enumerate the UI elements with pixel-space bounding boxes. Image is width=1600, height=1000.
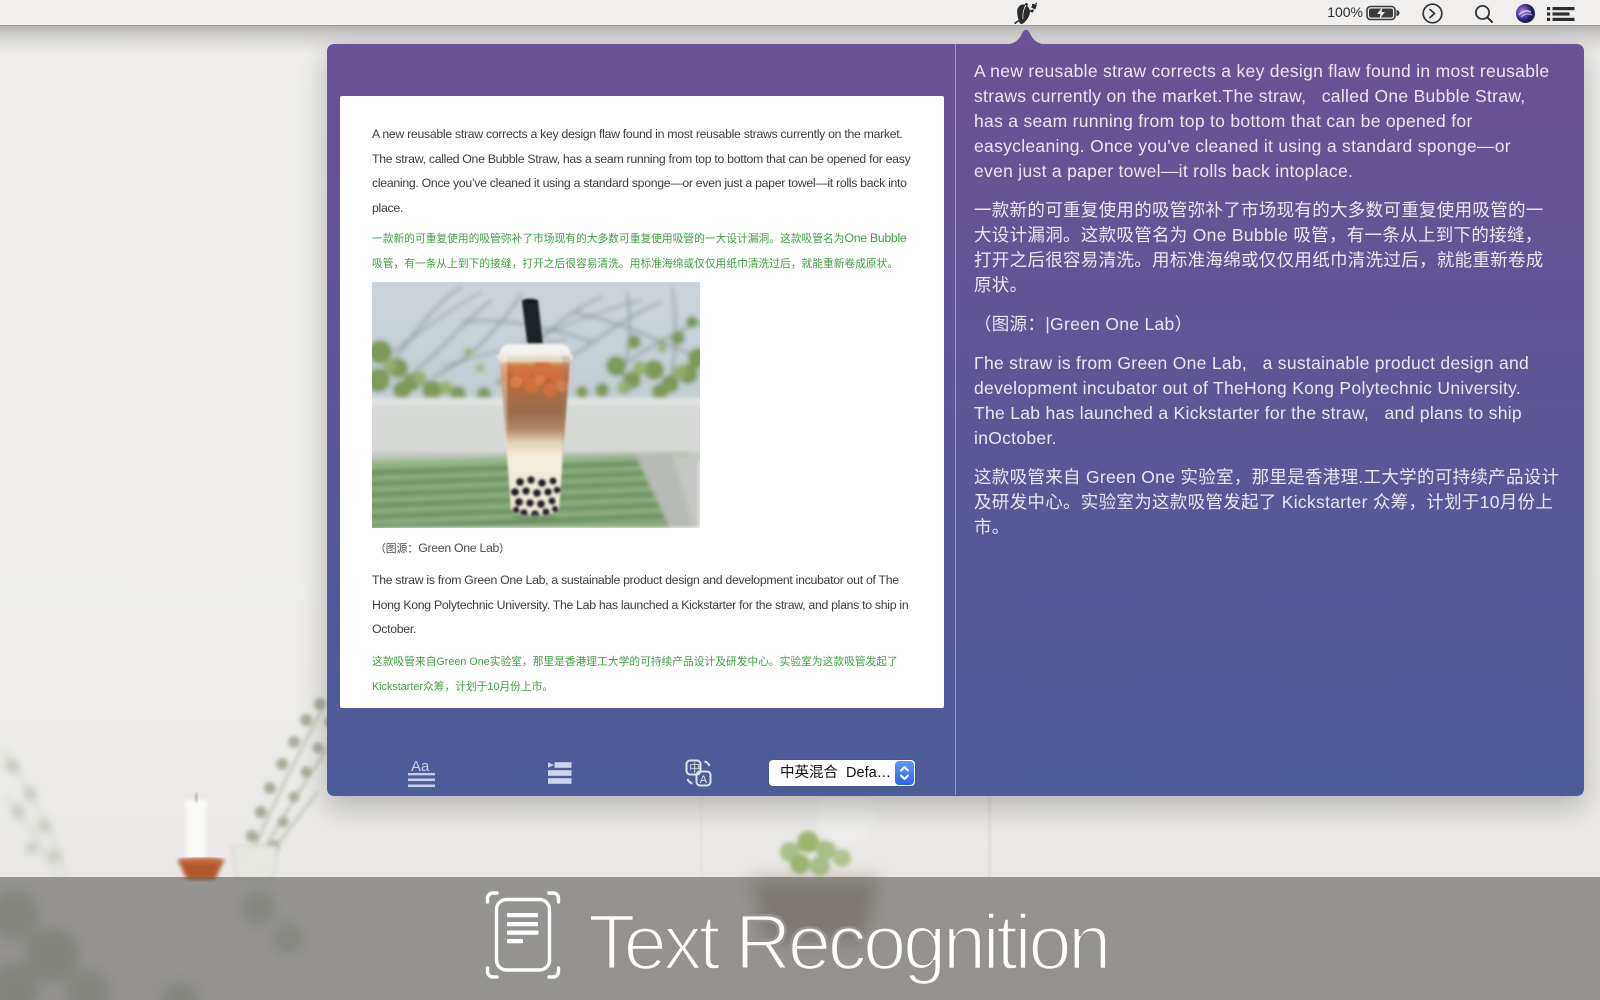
svg-text:A: A bbox=[700, 774, 708, 786]
svg-text:中: 中 bbox=[689, 761, 700, 774]
svg-text:Aa: Aa bbox=[411, 758, 430, 775]
